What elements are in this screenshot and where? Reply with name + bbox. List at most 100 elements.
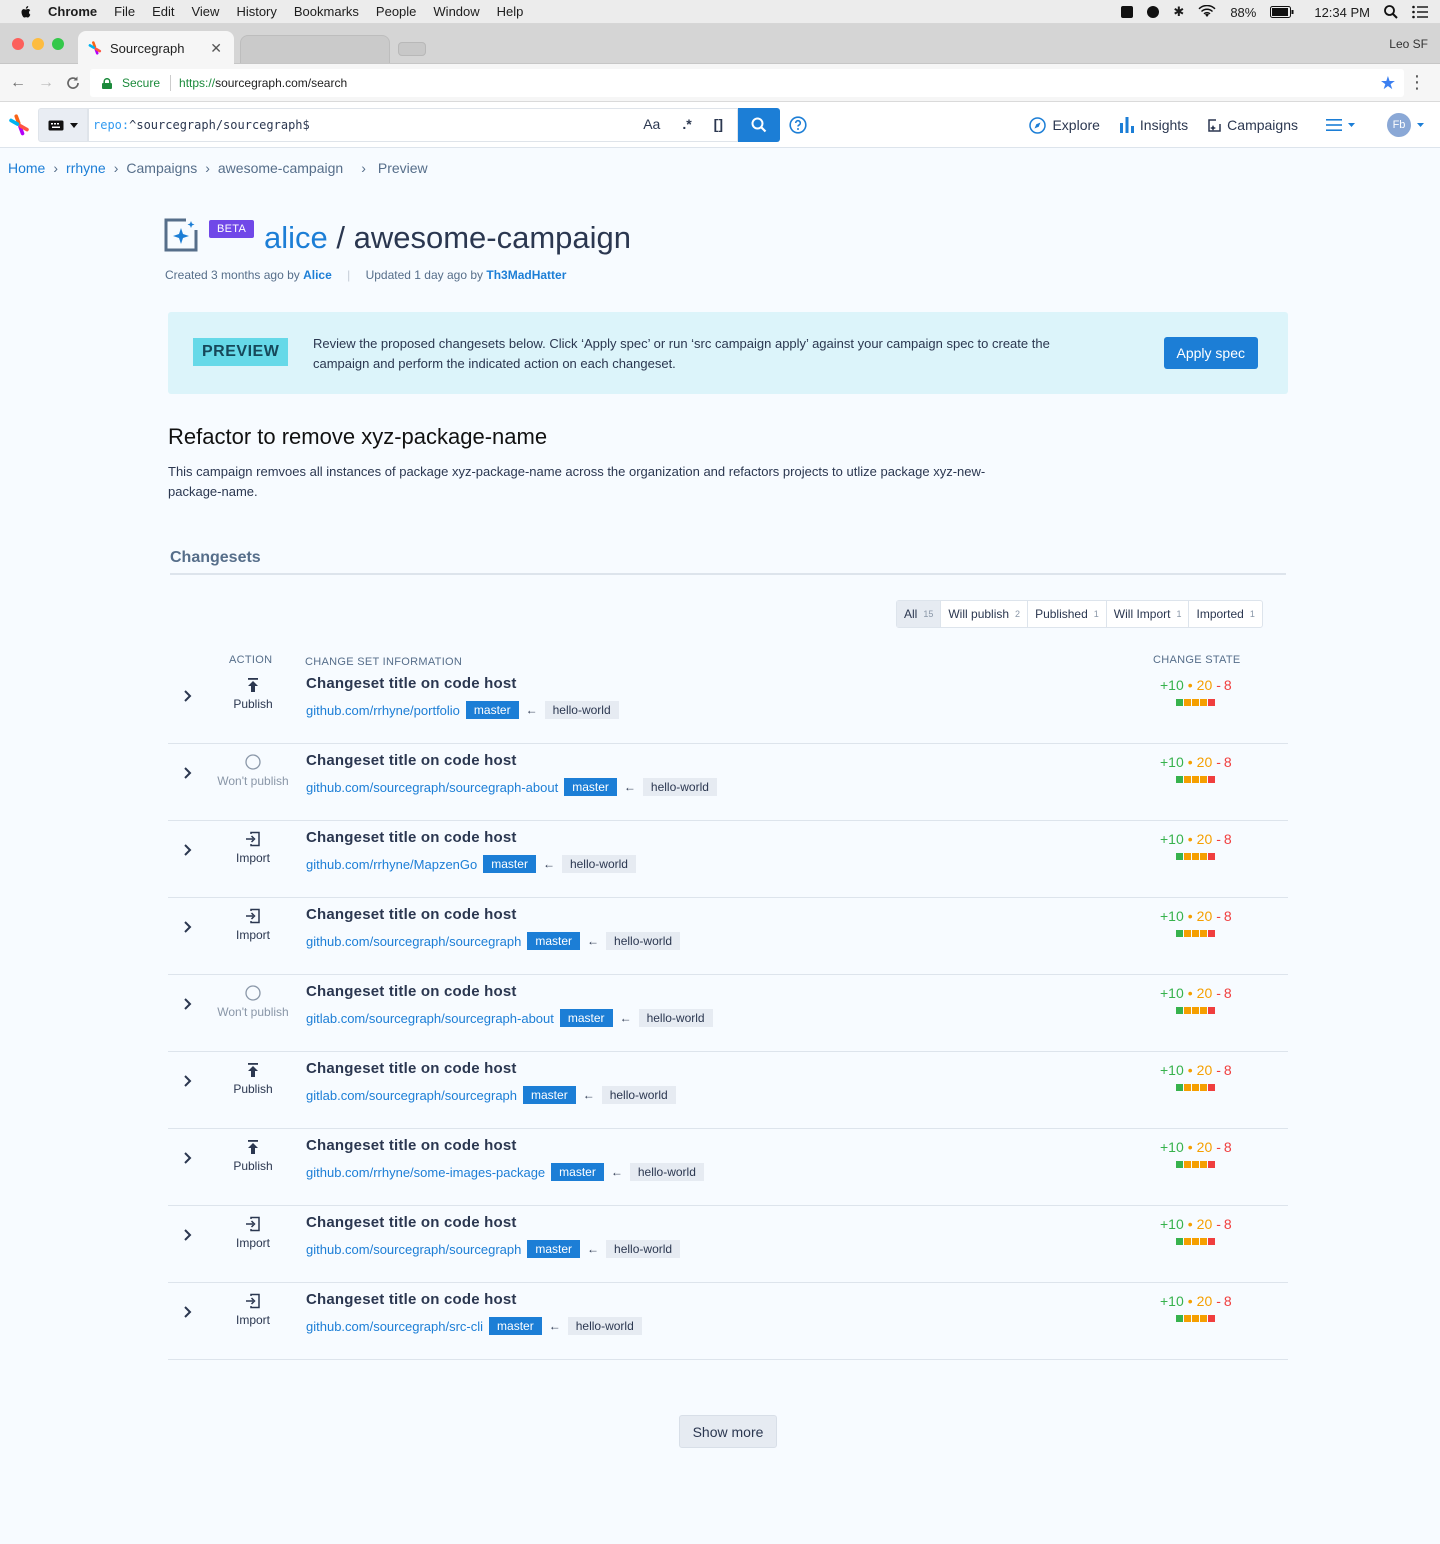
breadcrumb-chevron-icon: › <box>53 160 59 176</box>
nav-insights[interactable]: Insights <box>1119 117 1188 133</box>
chevron-right-icon[interactable] <box>182 766 194 780</box>
menu-view[interactable]: View <box>191 4 219 19</box>
breadcrumb-campaign[interactable]: awesome-campaign <box>218 160 343 176</box>
repo-link[interactable]: github.com/sourcegraph/sourcegraph-about <box>306 780 558 795</box>
changeset-repo-info: github.com/rrhyne/some-images-package mas… <box>306 1163 704 1181</box>
chevron-right-icon[interactable] <box>182 1151 194 1165</box>
browser-tab-active[interactable]: Sourcegraph ✕ <box>78 31 234 65</box>
filter-imported[interactable]: Imported 1 <box>1189 601 1261 627</box>
back-arrow-icon[interactable]: ← <box>10 74 26 92</box>
chrome-menu-icon[interactable]: ⋮ <box>1408 72 1426 93</box>
diff-bar-changed <box>1192 853 1199 860</box>
structural-search-toggle[interactable]: [] <box>714 116 723 132</box>
column-header-state: CHANGE STATE <box>1153 654 1241 666</box>
changeset-action-label: Publish <box>233 1159 273 1173</box>
breadcrumb-namespace[interactable]: rrhyne <box>66 160 106 176</box>
changeset-title[interactable]: Changeset title on code host <box>306 1291 517 1308</box>
spotlight-icon[interactable] <box>1384 5 1398 19</box>
menu-file[interactable]: File <box>114 4 135 19</box>
changeset-title[interactable]: Changeset title on code host <box>306 675 517 692</box>
menu-window[interactable]: Window <box>433 4 479 19</box>
repo-link[interactable]: github.com/sourcegraph/sourcegraph <box>306 934 521 949</box>
stop-icon[interactable] <box>1121 6 1134 18</box>
title-separator: / <box>327 220 354 255</box>
wifi-icon[interactable] <box>1198 5 1216 19</box>
changesets-tab[interactable]: Changesets <box>170 549 261 567</box>
chevron-right-icon[interactable] <box>182 689 194 703</box>
browser-tab-inactive[interactable] <box>240 35 390 63</box>
help-icon[interactable] <box>789 116 807 134</box>
url-divider <box>170 75 172 91</box>
filter-will-publish[interactable]: Will publish 2 <box>941 601 1029 627</box>
forward-arrow-icon[interactable]: → <box>38 74 54 92</box>
chevron-right-icon[interactable] <box>182 1305 194 1319</box>
battery-icon[interactable] <box>1270 6 1294 18</box>
changeset-title[interactable]: Changeset title on code host <box>306 1137 517 1154</box>
created-by-link[interactable]: Alice <box>303 268 332 282</box>
chevron-right-icon[interactable] <box>182 1074 194 1088</box>
repo-link[interactable]: github.com/rrhyne/portfolio <box>306 703 460 718</box>
changeset-title[interactable]: Changeset title on code host <box>306 1214 517 1231</box>
chevron-right-icon[interactable] <box>182 920 194 934</box>
repo-link[interactable]: gitlab.com/sourcegraph/sourcegraph-about <box>306 1011 554 1026</box>
menu-edit[interactable]: Edit <box>152 4 174 19</box>
campaign-namespace-link[interactable]: alice <box>264 220 328 255</box>
repo-link[interactable]: github.com/rrhyne/some-images-package <box>306 1165 545 1180</box>
url-bar[interactable]: Secure https:// sourcegraph.com/search ★ <box>90 69 1404 97</box>
close-window-button[interactable] <box>12 38 24 50</box>
nav-campaigns[interactable]: Campaigns <box>1208 117 1298 133</box>
zoom-window-button[interactable] <box>52 38 64 50</box>
updated-by-link[interactable]: Th3MadHatter <box>486 268 566 282</box>
filter-all[interactable]: All 15 <box>897 601 942 627</box>
minimize-window-button[interactable] <box>32 38 44 50</box>
changeset-title[interactable]: Changeset title on code host <box>306 752 517 769</box>
changeset-title[interactable]: Changeset title on code host <box>306 1060 517 1077</box>
menu-people[interactable]: People <box>376 4 416 19</box>
profile-name[interactable]: Leo SF <box>1389 37 1428 51</box>
search-query-input[interactable]: repo: ^sourcegraph/sourcegraph$ Aa .* [] <box>88 108 738 142</box>
repo-link[interactable]: github.com/sourcegraph/src-cli <box>306 1319 483 1334</box>
sourcegraph-logo-icon[interactable] <box>8 114 30 136</box>
filter-will-import[interactable]: Will Import 1 <box>1107 601 1190 627</box>
regexp-toggle[interactable]: .* <box>682 116 691 132</box>
publish-icon <box>248 1140 258 1154</box>
notification-center-icon[interactable] <box>1412 5 1428 19</box>
breadcrumb-home[interactable]: Home <box>8 160 45 176</box>
menu-help[interactable]: Help <box>497 4 524 19</box>
search-mode-toggle[interactable] <box>38 108 88 142</box>
new-tab-button[interactable] <box>398 42 426 56</box>
chevron-right-icon[interactable] <box>182 1228 194 1242</box>
arrow-left-icon: ← <box>619 1011 632 1025</box>
reload-icon[interactable] <box>66 76 80 90</box>
record-icon[interactable] <box>1147 6 1160 18</box>
campaign-name: awesome-campaign <box>353 220 632 255</box>
apply-spec-button[interactable]: Apply spec <box>1163 337 1258 369</box>
nav-explore[interactable]: Explore <box>1029 116 1100 134</box>
search-button[interactable] <box>738 108 780 142</box>
menu-bookmarks[interactable]: Bookmarks <box>294 4 359 19</box>
apple-icon[interactable] <box>18 4 34 20</box>
repo-link[interactable]: github.com/rrhyne/MapzenGo <box>306 857 477 872</box>
filter-published[interactable]: Published 1 <box>1028 601 1107 627</box>
breadcrumb-campaigns[interactable]: Campaigns <box>126 160 197 176</box>
close-tab-icon[interactable]: ✕ <box>210 40 222 57</box>
changeset-title[interactable]: Changeset title on code host <box>306 983 517 1000</box>
nav-menu-dropdown[interactable] <box>1326 119 1355 131</box>
changeset-title[interactable]: Changeset title on code host <box>306 829 517 846</box>
repo-link[interactable]: gitlab.com/sourcegraph/sourcegraph <box>306 1088 517 1103</box>
user-menu[interactable]: Fb <box>1387 113 1424 137</box>
breadcrumb: Home › rrhyne › Campaigns › awesome-camp… <box>8 160 428 176</box>
repo-link[interactable]: github.com/sourcegraph/sourcegraph <box>306 1242 521 1257</box>
menu-chrome[interactable]: Chrome <box>48 4 97 19</box>
menu-history[interactable]: History <box>236 4 276 19</box>
changeset-title[interactable]: Changeset title on code host <box>306 906 517 923</box>
bluetooth-icon[interactable]: ✱ <box>1173 4 1184 20</box>
case-sensitive-toggle[interactable]: Aa <box>643 116 660 132</box>
caret-down-icon <box>70 122 78 128</box>
chevron-right-icon[interactable] <box>182 843 194 857</box>
show-more-button[interactable]: Show more <box>679 1415 777 1448</box>
base-branch-badge: master <box>523 1086 576 1104</box>
chevron-right-icon[interactable] <box>182 997 194 1011</box>
diff-deleted: -8 <box>1216 754 1232 770</box>
bookmark-star-icon[interactable]: ★ <box>1380 73 1396 94</box>
